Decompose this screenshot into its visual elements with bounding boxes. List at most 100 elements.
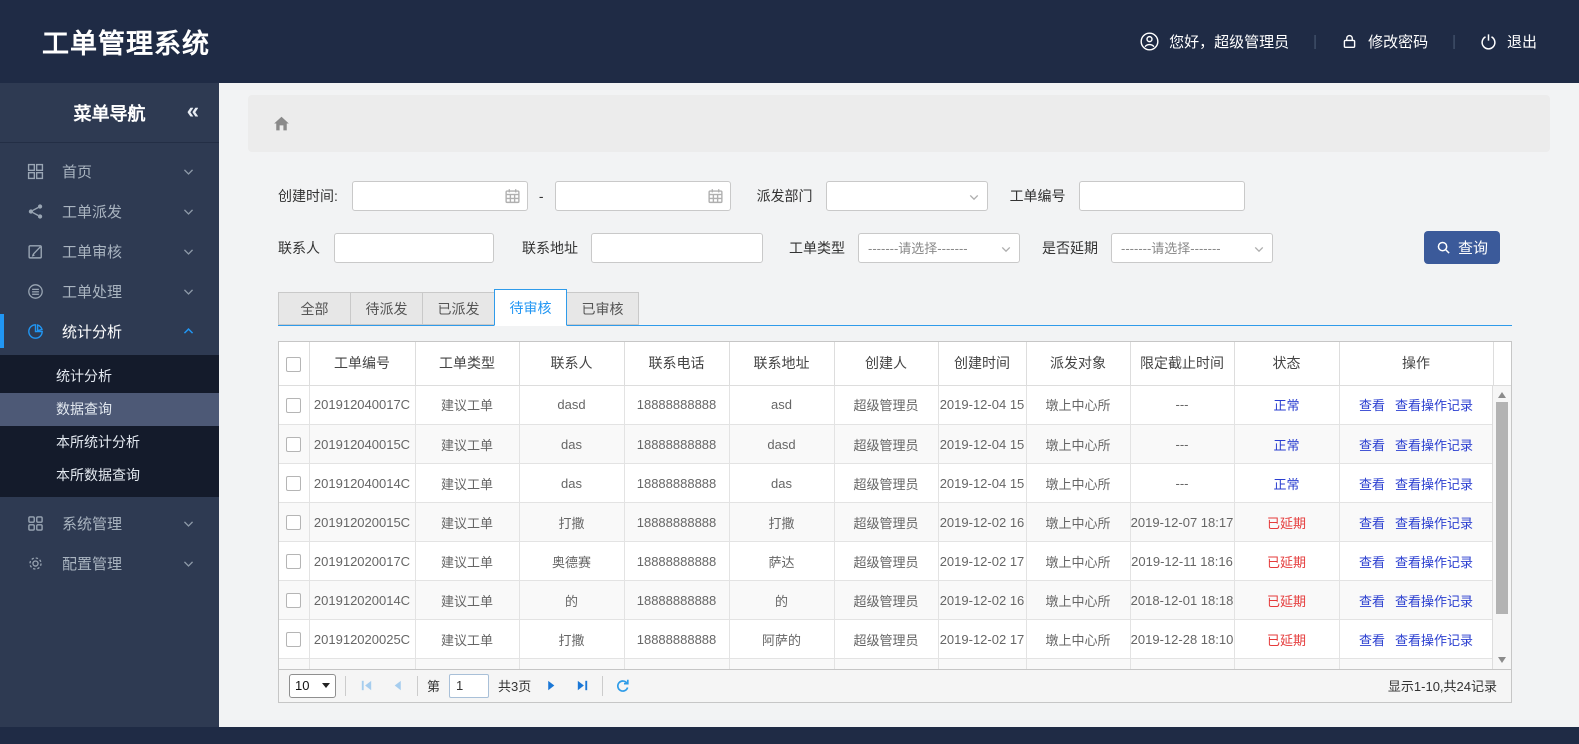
first-page-button[interactable] — [355, 675, 377, 697]
tab-reviewed[interactable]: 已审核 — [566, 292, 639, 325]
view-link[interactable]: 查看 — [1359, 516, 1385, 531]
column-header: 状态 — [1234, 342, 1340, 386]
tab-pending-review[interactable]: 待审核 — [494, 289, 567, 326]
table-cell — [1026, 658, 1131, 669]
search-button[interactable]: 查询 — [1424, 231, 1500, 264]
view-link[interactable]: 查看 — [1359, 594, 1385, 609]
delay-label: 是否延期 — [1042, 239, 1098, 256]
view-operation-log-link[interactable]: 查看操作记录 — [1395, 438, 1473, 453]
user-greeting[interactable]: 您好，超级管理员 — [1140, 31, 1289, 52]
calendar-icon[interactable] — [707, 187, 724, 204]
view-operation-log-link[interactable]: 查看操作记录 — [1395, 398, 1473, 413]
page-size-select[interactable]: 10 — [289, 673, 336, 698]
order-type-select[interactable]: -------请选择------- — [858, 232, 1020, 263]
chevron-down-icon — [182, 165, 195, 178]
delay-select[interactable]: -------请选择------- — [1111, 232, 1273, 263]
table-cell: 18888888888 — [624, 385, 730, 425]
order-no-input[interactable] — [1079, 181, 1244, 210]
view-operation-log-link[interactable]: 查看操作记录 — [1395, 633, 1473, 648]
sidebar-item-home[interactable]: 首页 — [0, 151, 219, 191]
row-checkbox[interactable] — [286, 593, 302, 609]
view-operation-log-link[interactable]: 查看操作记录 — [1395, 555, 1473, 570]
row-select-cell — [279, 580, 310, 620]
top-header: 工单管理系统 您好，超级管理员 | 修改密码 | 退出 — [0, 0, 1579, 83]
contact-input[interactable] — [335, 233, 493, 262]
change-password-button[interactable]: 修改密码 — [1341, 31, 1428, 52]
address-input[interactable] — [592, 233, 762, 262]
submenu-item-data-query[interactable]: 数据查询 — [0, 393, 219, 426]
refresh-icon[interactable] — [612, 675, 634, 697]
sidebar-item-review[interactable]: 工单审核 — [0, 231, 219, 271]
table-cell: 建议工单 — [415, 502, 520, 542]
table-row: 201912020014C 建议工单的 18888888888 的超级管理员 2019-… — [279, 580, 1494, 620]
table-header: 工单编号 工单类型 联系人 联系电话 联系地址 创建人 创建时间 派发对象 限定… — [279, 342, 1511, 386]
status-badge: 已延期 — [1234, 580, 1340, 620]
tab-dispatched[interactable]: 已派发 — [422, 292, 495, 325]
records-summary: 显示1-10,共24记录 — [1387, 679, 1497, 694]
sidebar-item-process[interactable]: 工单处理 — [0, 271, 219, 311]
view-link[interactable]: 查看 — [1359, 438, 1385, 453]
table-cell: 2019-12-11 18:16 — [1130, 541, 1235, 581]
table-cell: 墩上中心所 — [1026, 580, 1131, 620]
table-cell: 2019-12-04 15 — [938, 385, 1027, 425]
table-cell: 超级管理员 — [834, 463, 939, 503]
scroll-down-icon[interactable] — [1493, 653, 1511, 667]
table-cell: 的 — [729, 580, 835, 620]
scrollbar-thumb[interactable] — [1496, 401, 1508, 614]
chevron-down-icon — [1000, 242, 1012, 254]
last-page-button[interactable] — [571, 675, 593, 697]
select-all-checkbox[interactable] — [286, 356, 302, 372]
table-cell: das — [519, 463, 625, 503]
view-link[interactable]: 查看 — [1359, 633, 1385, 648]
column-header: 创建时间 — [938, 342, 1027, 386]
submenu-item-statistics-analysis[interactable]: 统计分析 — [0, 360, 219, 393]
sidebar-item-dispatch[interactable]: 工单派发 — [0, 191, 219, 231]
sidebar-item-system[interactable]: 系统管理 — [0, 503, 219, 543]
row-checkbox[interactable] — [286, 397, 302, 413]
order-type-value: -------请选择------- — [868, 241, 968, 256]
row-checkbox[interactable] — [286, 515, 302, 531]
chevron-down-icon — [182, 245, 195, 258]
sidebar: 菜单导航 « 首页 工单派发 工单审核 工单处理 统计分析 统计分析 数据查询 … — [0, 83, 219, 727]
submenu-item-local-statistics[interactable]: 本所统计分析 — [0, 426, 219, 459]
row-actions-cell — [1339, 658, 1494, 669]
row-checkbox[interactable] — [286, 437, 302, 453]
submenu-item-local-data-query[interactable]: 本所数据查询 — [0, 459, 219, 492]
sidebar-item-config[interactable]: 配置管理 — [0, 543, 219, 583]
row-checkbox[interactable] — [286, 476, 302, 492]
logout-button[interactable]: 退出 — [1480, 31, 1537, 52]
sidebar-item-statistics[interactable]: 统计分析 — [0, 311, 219, 351]
logout-label: 退出 — [1506, 34, 1537, 51]
table-cell: 墩上中心所 — [1026, 541, 1131, 581]
home-icon[interactable] — [271, 113, 292, 134]
header-actions: 您好，超级管理员 | 修改密码 | 退出 — [1140, 31, 1537, 52]
pager-divider — [417, 675, 418, 696]
tab-pending-dispatch[interactable]: 待派发 — [350, 292, 423, 325]
table-cell: 18888888888 — [624, 463, 730, 503]
table-scrollbar[interactable] — [1492, 385, 1511, 669]
view-operation-log-link[interactable]: 查看操作记录 — [1395, 516, 1473, 531]
scroll-up-icon[interactable] — [1493, 388, 1511, 402]
view-operation-log-link[interactable]: 查看操作记录 — [1395, 594, 1473, 609]
tab-all[interactable]: 全部 — [278, 292, 351, 325]
view-link[interactable]: 查看 — [1359, 398, 1385, 413]
table-cell: 18888888888 — [624, 619, 730, 659]
next-page-button[interactable] — [540, 675, 562, 697]
create-time-to-input[interactable] — [555, 181, 730, 210]
collapse-sidebar-icon[interactable]: « — [187, 97, 199, 123]
row-select-cell — [279, 424, 310, 464]
view-link[interactable]: 查看 — [1359, 555, 1385, 570]
row-checkbox[interactable] — [286, 632, 302, 648]
table-cell — [1130, 658, 1235, 669]
view-operation-log-link[interactable]: 查看操作记录 — [1395, 477, 1473, 492]
view-link[interactable]: 查看 — [1359, 477, 1385, 492]
page-number-input[interactable] — [449, 673, 490, 698]
column-header: 联系地址 — [729, 342, 835, 386]
table-cell: 墩上中心所 — [1026, 424, 1131, 464]
row-checkbox[interactable] — [286, 554, 302, 570]
calendar-icon[interactable] — [504, 187, 521, 204]
status-badge: 正常 — [1234, 463, 1340, 503]
create-time-from-input[interactable] — [352, 181, 527, 210]
dispatch-dept-select[interactable] — [825, 180, 988, 211]
prev-page-button[interactable] — [386, 675, 408, 697]
